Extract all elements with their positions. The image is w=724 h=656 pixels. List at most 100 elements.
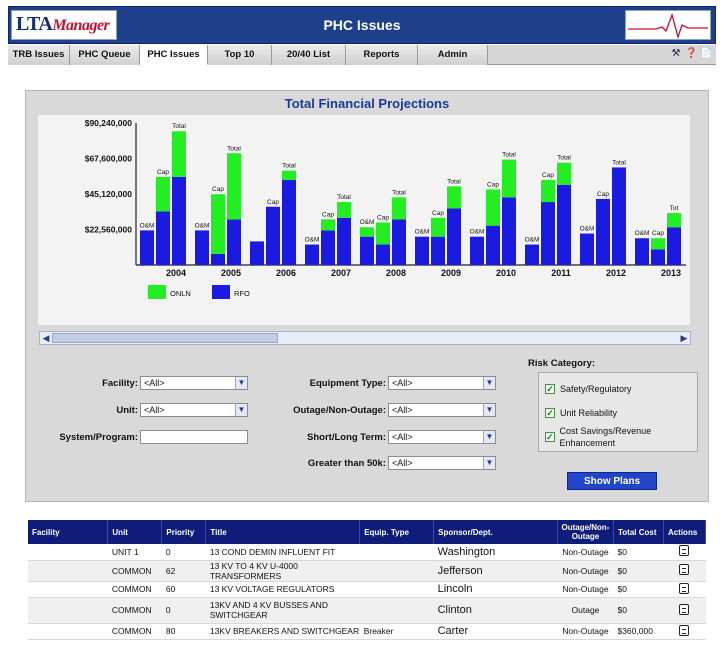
cell-outage: Non-Outage	[557, 544, 614, 561]
bar-onln	[227, 153, 241, 220]
chart-title: Total Financial Projections	[284, 96, 450, 111]
chart-area: $90,240,000 $67,600,000 $45,120,000 $22,560…	[38, 115, 690, 325]
bar-onln	[502, 159, 516, 198]
checkbox-checked-icon[interactable]: ✓	[545, 432, 555, 442]
scroll-right-icon[interactable]: ▶	[678, 332, 690, 344]
cell-title: 13 COND DEMIN INFLUENT FIT	[205, 544, 360, 561]
document-icon[interactable]: 📄	[700, 48, 712, 60]
risk-item-safety[interactable]: ✓ Safety/Regulatory	[545, 383, 632, 395]
show-plans-button[interactable]: Show Plans	[567, 472, 657, 490]
financial-projections-chart: $90,240,000 $67,600,000 $45,120,000 $22,560…	[85, 118, 686, 299]
unit-label: Unit:	[116, 405, 138, 416]
view-icon[interactable]	[679, 582, 690, 594]
term-select[interactable]: <All> ▼	[388, 430, 496, 444]
col-unit[interactable]: Unit	[107, 520, 163, 544]
equipment-type-select[interactable]: <All> ▼	[388, 376, 496, 390]
bar-label: Total	[337, 194, 351, 201]
bar-label: Cap	[267, 199, 279, 206]
col-sponsor[interactable]: Sponsor/Dept.	[433, 520, 558, 544]
bar-rfo	[282, 180, 296, 265]
cell-total-cost: $0	[613, 597, 664, 624]
chevron-down-icon[interactable]: ▼	[483, 431, 495, 443]
unit-select[interactable]: <All> ▼	[140, 403, 248, 417]
col-total-cost[interactable]: Total Cost	[613, 520, 664, 544]
scrollbar-thumb[interactable]	[52, 333, 278, 343]
cell-sponsor: Washington	[433, 544, 558, 561]
cell-sponsor: Jefferson	[433, 560, 558, 582]
heartbeat-icon	[625, 10, 711, 40]
checkbox-checked-icon[interactable]: ✓	[545, 408, 555, 418]
bar-rfo	[266, 206, 280, 265]
chevron-down-icon[interactable]: ▼	[235, 377, 247, 389]
bar-rfo	[305, 244, 319, 265]
risk-item-reliability[interactable]: ✓ Unit Reliability	[545, 407, 617, 419]
greater-than-50k-select[interactable]: <All> ▼	[388, 456, 496, 470]
facility-select[interactable]: <All> ▼	[140, 376, 248, 390]
col-priority[interactable]: Priority	[161, 520, 207, 544]
chevron-down-icon[interactable]: ▼	[483, 404, 495, 416]
cell-total-cost: $0	[613, 544, 664, 561]
view-icon[interactable]	[679, 603, 690, 615]
tab-admin[interactable]: Admin	[418, 45, 488, 65]
bar-label: Cap	[652, 230, 664, 237]
chevron-down-icon[interactable]: ▼	[235, 404, 247, 416]
view-icon[interactable]	[679, 545, 690, 557]
cell-title: 13 KV TO 4 KV U-4000 TRANSFORMERS	[205, 560, 360, 582]
cell-facility	[28, 623, 108, 640]
x-tick-label: 2005	[221, 268, 241, 278]
table-row[interactable]: UNIT 1 0 13 COND DEMIN INFLUENT FIT Wash…	[28, 544, 706, 561]
view-icon[interactable]	[679, 624, 690, 636]
tools-icon[interactable]: ⚒	[670, 48, 682, 60]
table-row[interactable]: COMMON 60 13 KV VOLTAGE REGULATORS Linco…	[28, 581, 706, 598]
cell-unit: COMMON	[107, 597, 162, 624]
col-outage[interactable]: Outage/Non-Outage	[557, 520, 614, 544]
tab-phc-queue[interactable]: PHC Queue	[70, 45, 140, 65]
scroll-left-icon[interactable]: ◀	[40, 332, 52, 344]
bar-onln	[172, 131, 186, 177]
chart-scrollbar[interactable]: ◀ ▶	[39, 331, 691, 345]
system-program-input[interactable]	[140, 430, 248, 444]
tab-phc-issues[interactable]: PHC Issues	[140, 45, 208, 65]
y-tick-label: $67,600,000	[85, 154, 133, 164]
bar-rfo	[360, 236, 374, 265]
bar-onln	[667, 213, 681, 228]
tab-top-10[interactable]: Top 10	[208, 45, 272, 65]
risk-item-cost-savings[interactable]: ✓ Cost Savings/Revenue Enhancement	[545, 426, 697, 448]
outage-label: Outage/Non-Outage:	[293, 405, 386, 416]
checkbox-checked-icon[interactable]: ✓	[545, 384, 555, 394]
view-icon[interactable]	[679, 564, 690, 575]
cell-outage: Non-Outage	[557, 623, 614, 640]
table-row[interactable]: COMMON 62 13 KV TO 4 KV U-4000 TRANSFORM…	[28, 560, 706, 582]
table-row[interactable]: COMMON 80 13KV BREAKERS AND SWITCHGEAR B…	[28, 623, 706, 640]
col-equip-type[interactable]: Equip. Type	[359, 520, 435, 544]
cell-equip-type	[359, 560, 434, 582]
risk-item-label: Unit Reliability	[560, 408, 618, 418]
bar-rfo	[431, 236, 445, 265]
bar-label: Total	[612, 159, 626, 166]
tab-trb-issues[interactable]: TRB Issues	[8, 45, 70, 65]
legend-swatch	[212, 285, 230, 299]
tab-reports[interactable]: Reports	[346, 45, 418, 65]
bar-rfo	[376, 244, 390, 265]
tab-20-40-list[interactable]: 20/40 List	[272, 45, 346, 65]
x-tick-label: 2007	[331, 268, 351, 278]
bar-label: O&M	[305, 237, 320, 244]
risk-category-title: Risk Category:	[528, 358, 596, 369]
chevron-down-icon[interactable]: ▼	[483, 457, 495, 469]
outage-select[interactable]: <All> ▼	[388, 403, 496, 417]
col-title[interactable]: Title	[205, 520, 361, 544]
bar-rfo	[156, 211, 170, 265]
bar-rfo	[337, 217, 351, 265]
y-tick-label: $45,120,000	[85, 189, 133, 199]
table-row[interactable]: COMMON 0 13KV AND 4 KV BUSSES AND SWITCH…	[28, 597, 706, 624]
greater-than-50k-label: Greater than 50k:	[307, 458, 386, 469]
cell-actions	[663, 560, 706, 582]
bar-onln	[431, 217, 445, 237]
bar-onln	[321, 219, 335, 231]
equipment-type-label: Equipment Type:	[309, 378, 386, 389]
cell-facility	[28, 581, 108, 598]
bar-onln	[376, 222, 390, 245]
help-icon[interactable]: ❓	[685, 48, 697, 60]
chevron-down-icon[interactable]: ▼	[483, 377, 495, 389]
col-facility[interactable]: Facility	[28, 520, 109, 544]
